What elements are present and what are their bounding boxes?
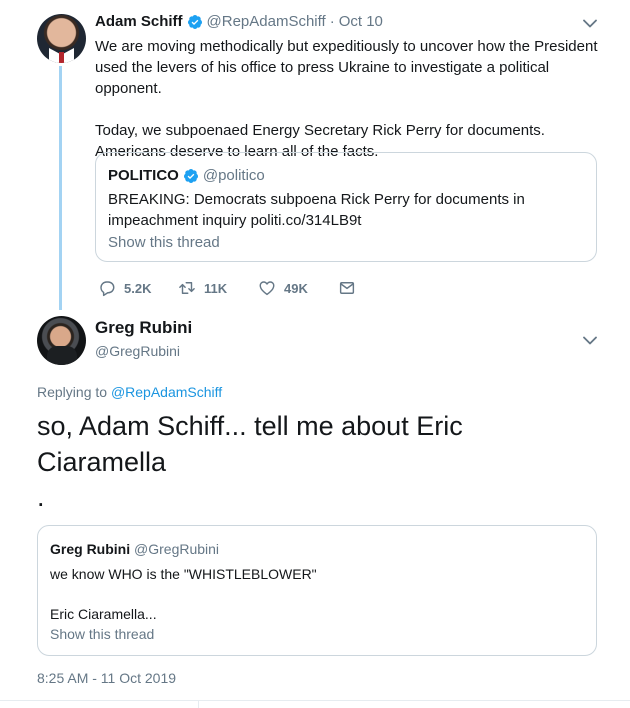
quoted-tweet-text: we know WHO is the "WHISTLEBLOWER" Eric … — [50, 564, 317, 624]
author-handle[interactable]: @GregRubini — [95, 343, 180, 359]
tweet-timestamp[interactable]: 8:25 AM - 11 Oct 2019 — [37, 670, 176, 686]
quoted-author-handle: @politico — [202, 167, 265, 184]
quoted-tweet-line — [50, 584, 317, 604]
reply-button[interactable]: 5.2K — [98, 279, 178, 297]
chevron-down-icon[interactable] — [583, 336, 597, 345]
tweet-date[interactable]: Oct 10 — [339, 13, 383, 30]
direct-message-button[interactable] — [338, 279, 356, 297]
verified-badge-icon — [187, 14, 202, 29]
quoted-author-handle: @GregRubini — [134, 541, 220, 557]
quoted-author-name: POLITICO — [108, 167, 179, 184]
thread-connector-line — [59, 66, 62, 310]
author-name[interactable]: Greg Rubini — [95, 318, 192, 338]
reply-icon — [100, 281, 115, 297]
quoted-tweet-line: Eric Ciaramella... — [50, 606, 157, 622]
like-count: 49K — [284, 280, 308, 296]
tweet-actions: 5.2K 11K 49K — [98, 278, 356, 298]
tweet-text-dot: . — [37, 482, 45, 512]
envelope-icon — [339, 282, 355, 294]
quoted-tweet-text: BREAKING: Democrats subpoena Rick Perry … — [108, 191, 525, 229]
show-thread-link[interactable]: Show this thread — [50, 626, 154, 642]
tweet-text: so, Adam Schiff... tell me about Eric Ci… — [37, 411, 463, 477]
quoted-tweet-card[interactable]: Greg Rubini @GregRubini we know WHO is t… — [37, 525, 597, 656]
retweet-button[interactable]: 11K — [178, 279, 258, 297]
separator: · — [329, 13, 335, 30]
replying-to: Replying to @RepAdamSchiff — [37, 384, 222, 400]
show-thread-link[interactable]: Show this thread — [108, 234, 220, 251]
quoted-tweet-header: POLITICO @politico — [108, 167, 265, 184]
replying-to-link[interactable]: @RepAdamSchiff — [111, 384, 222, 400]
reply-count: 5.2K — [124, 280, 152, 296]
author-name[interactable]: Adam Schiff — [95, 13, 183, 30]
avatar[interactable] — [37, 316, 86, 365]
quoted-tweet-line: we know WHO is the "WHISTLEBLOWER" — [50, 566, 317, 582]
avatar[interactable] — [37, 14, 86, 63]
like-button[interactable]: 49K — [258, 279, 338, 297]
replying-to-label: Replying to — [37, 384, 108, 400]
quoted-tweet-header: Greg Rubini @GregRubini — [50, 541, 219, 557]
tweet-header: Adam Schiff @RepAdamSchiff · Oct 10 — [95, 13, 383, 30]
chevron-down-icon[interactable] — [583, 19, 597, 28]
heart-icon — [259, 281, 275, 296]
retweet-icon — [179, 282, 195, 294]
author-handle[interactable]: @RepAdamSchiff — [207, 13, 326, 30]
verified-badge-icon — [183, 168, 198, 183]
tweet-paragraph: We are moving methodically but expeditio… — [95, 38, 598, 97]
divider — [0, 700, 630, 701]
divider — [198, 700, 199, 708]
quoted-author-name: Greg Rubini — [50, 541, 131, 557]
quoted-tweet-card[interactable]: POLITICO @politico BREAKING: Democrats s… — [95, 152, 597, 262]
retweet-count: 11K — [204, 280, 228, 296]
